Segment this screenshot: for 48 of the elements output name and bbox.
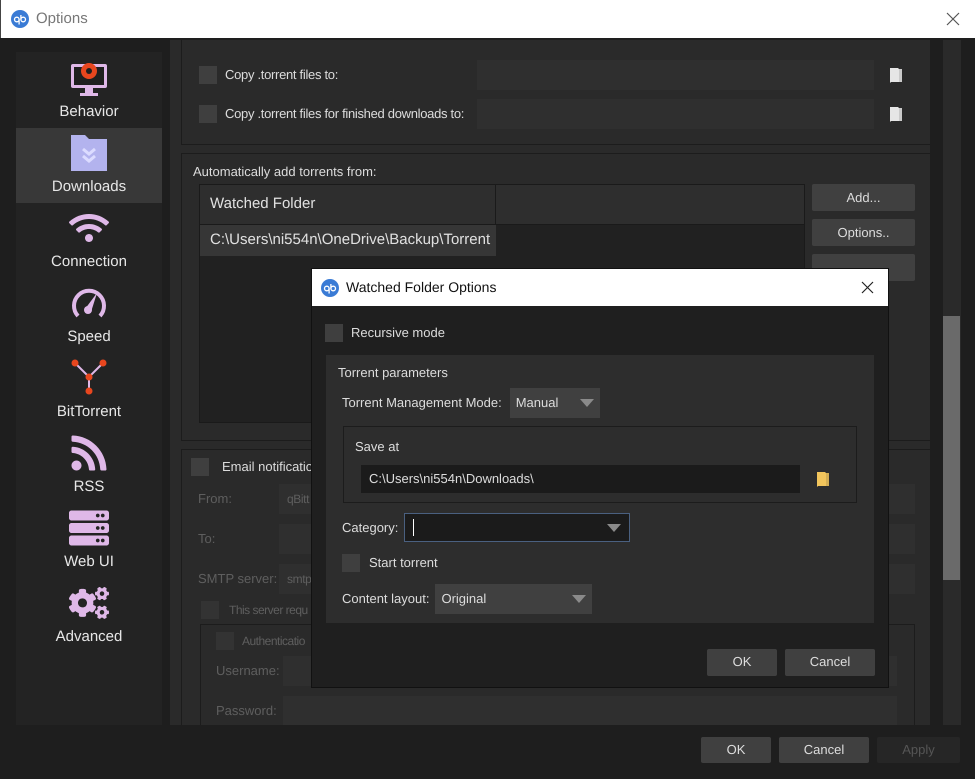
sidebar-item[interactable]: Connection	[16, 203, 162, 278]
scrollbar-thumb[interactable]	[943, 316, 960, 580]
window-title: Options	[36, 8, 88, 29]
dialog-button[interactable]: Cancel	[785, 648, 875, 676]
app-logo-icon	[321, 278, 339, 296]
table-row[interactable]: C:\Users\ni554n\OneDrive\Backup\Torrent	[200, 225, 804, 256]
checkbox[interactable]	[325, 324, 343, 342]
sidebar-item[interactable]: BitTorrent	[16, 353, 162, 428]
field-label: Category:	[342, 518, 398, 537]
scrollbar[interactable]	[943, 40, 961, 725]
combo-field[interactable]	[404, 513, 630, 542]
caret-icon	[580, 399, 594, 407]
dialog-button[interactable]: Options..	[812, 219, 915, 246]
dropdown[interactable]: Original	[435, 584, 592, 614]
folder-icon[interactable]	[890, 106, 902, 122]
dialog-title: Watched Folder Options	[346, 278, 496, 297]
sidebar-item[interactable]: RSS	[16, 428, 162, 503]
close-icon[interactable]	[861, 281, 874, 294]
close-icon[interactable]	[946, 12, 960, 26]
dialog-button[interactable]: OK	[707, 648, 777, 676]
checkbox-label: Recursive mode	[351, 324, 445, 342]
app-logo-icon	[11, 10, 29, 28]
sidebar-item[interactable]: Web UI	[16, 503, 162, 578]
dropdown[interactable]: Manual	[510, 388, 600, 418]
caret-icon	[607, 524, 622, 532]
group-title: Torrent parameters	[338, 364, 449, 382]
field-label: Torrent Management Mode:	[342, 394, 502, 412]
sidebar-item[interactable]: Behavior	[16, 53, 162, 128]
group-title: Automatically add torrents from:	[193, 163, 378, 181]
folder-icon[interactable]	[890, 66, 902, 84]
folder-icon[interactable]	[817, 470, 829, 488]
sidebar-item[interactable]: Downloads	[16, 128, 162, 203]
folder-download-icon	[69, 132, 109, 173]
group-title: Save at	[355, 439, 400, 454]
field-label: Content layout:	[342, 590, 430, 608]
rss-icon	[69, 432, 109, 473]
dialog-button[interactable]: Add...	[812, 184, 915, 211]
checkbox-label: Email notificatio	[222, 458, 314, 476]
server-icon	[69, 508, 109, 548]
path-field[interactable]: C:\Users\ni554n\Downloads\	[361, 465, 800, 493]
checkbox-label: Copy .torrent files for finished downloads to:	[225, 105, 466, 124]
checkbox-label: Copy .torrent files to:	[225, 66, 340, 84]
checkbox-label: Start torrent	[369, 554, 438, 572]
dialog-button[interactable]: OK	[701, 737, 771, 763]
dialog-button[interactable]: Cancel	[779, 737, 869, 763]
sidebar-item[interactable]: Advanced	[16, 578, 162, 653]
sidebar-item[interactable]: Speed	[16, 278, 162, 353]
table-cell: C:\Users\ni554n\OneDrive\Backup\Torrent	[200, 225, 496, 256]
